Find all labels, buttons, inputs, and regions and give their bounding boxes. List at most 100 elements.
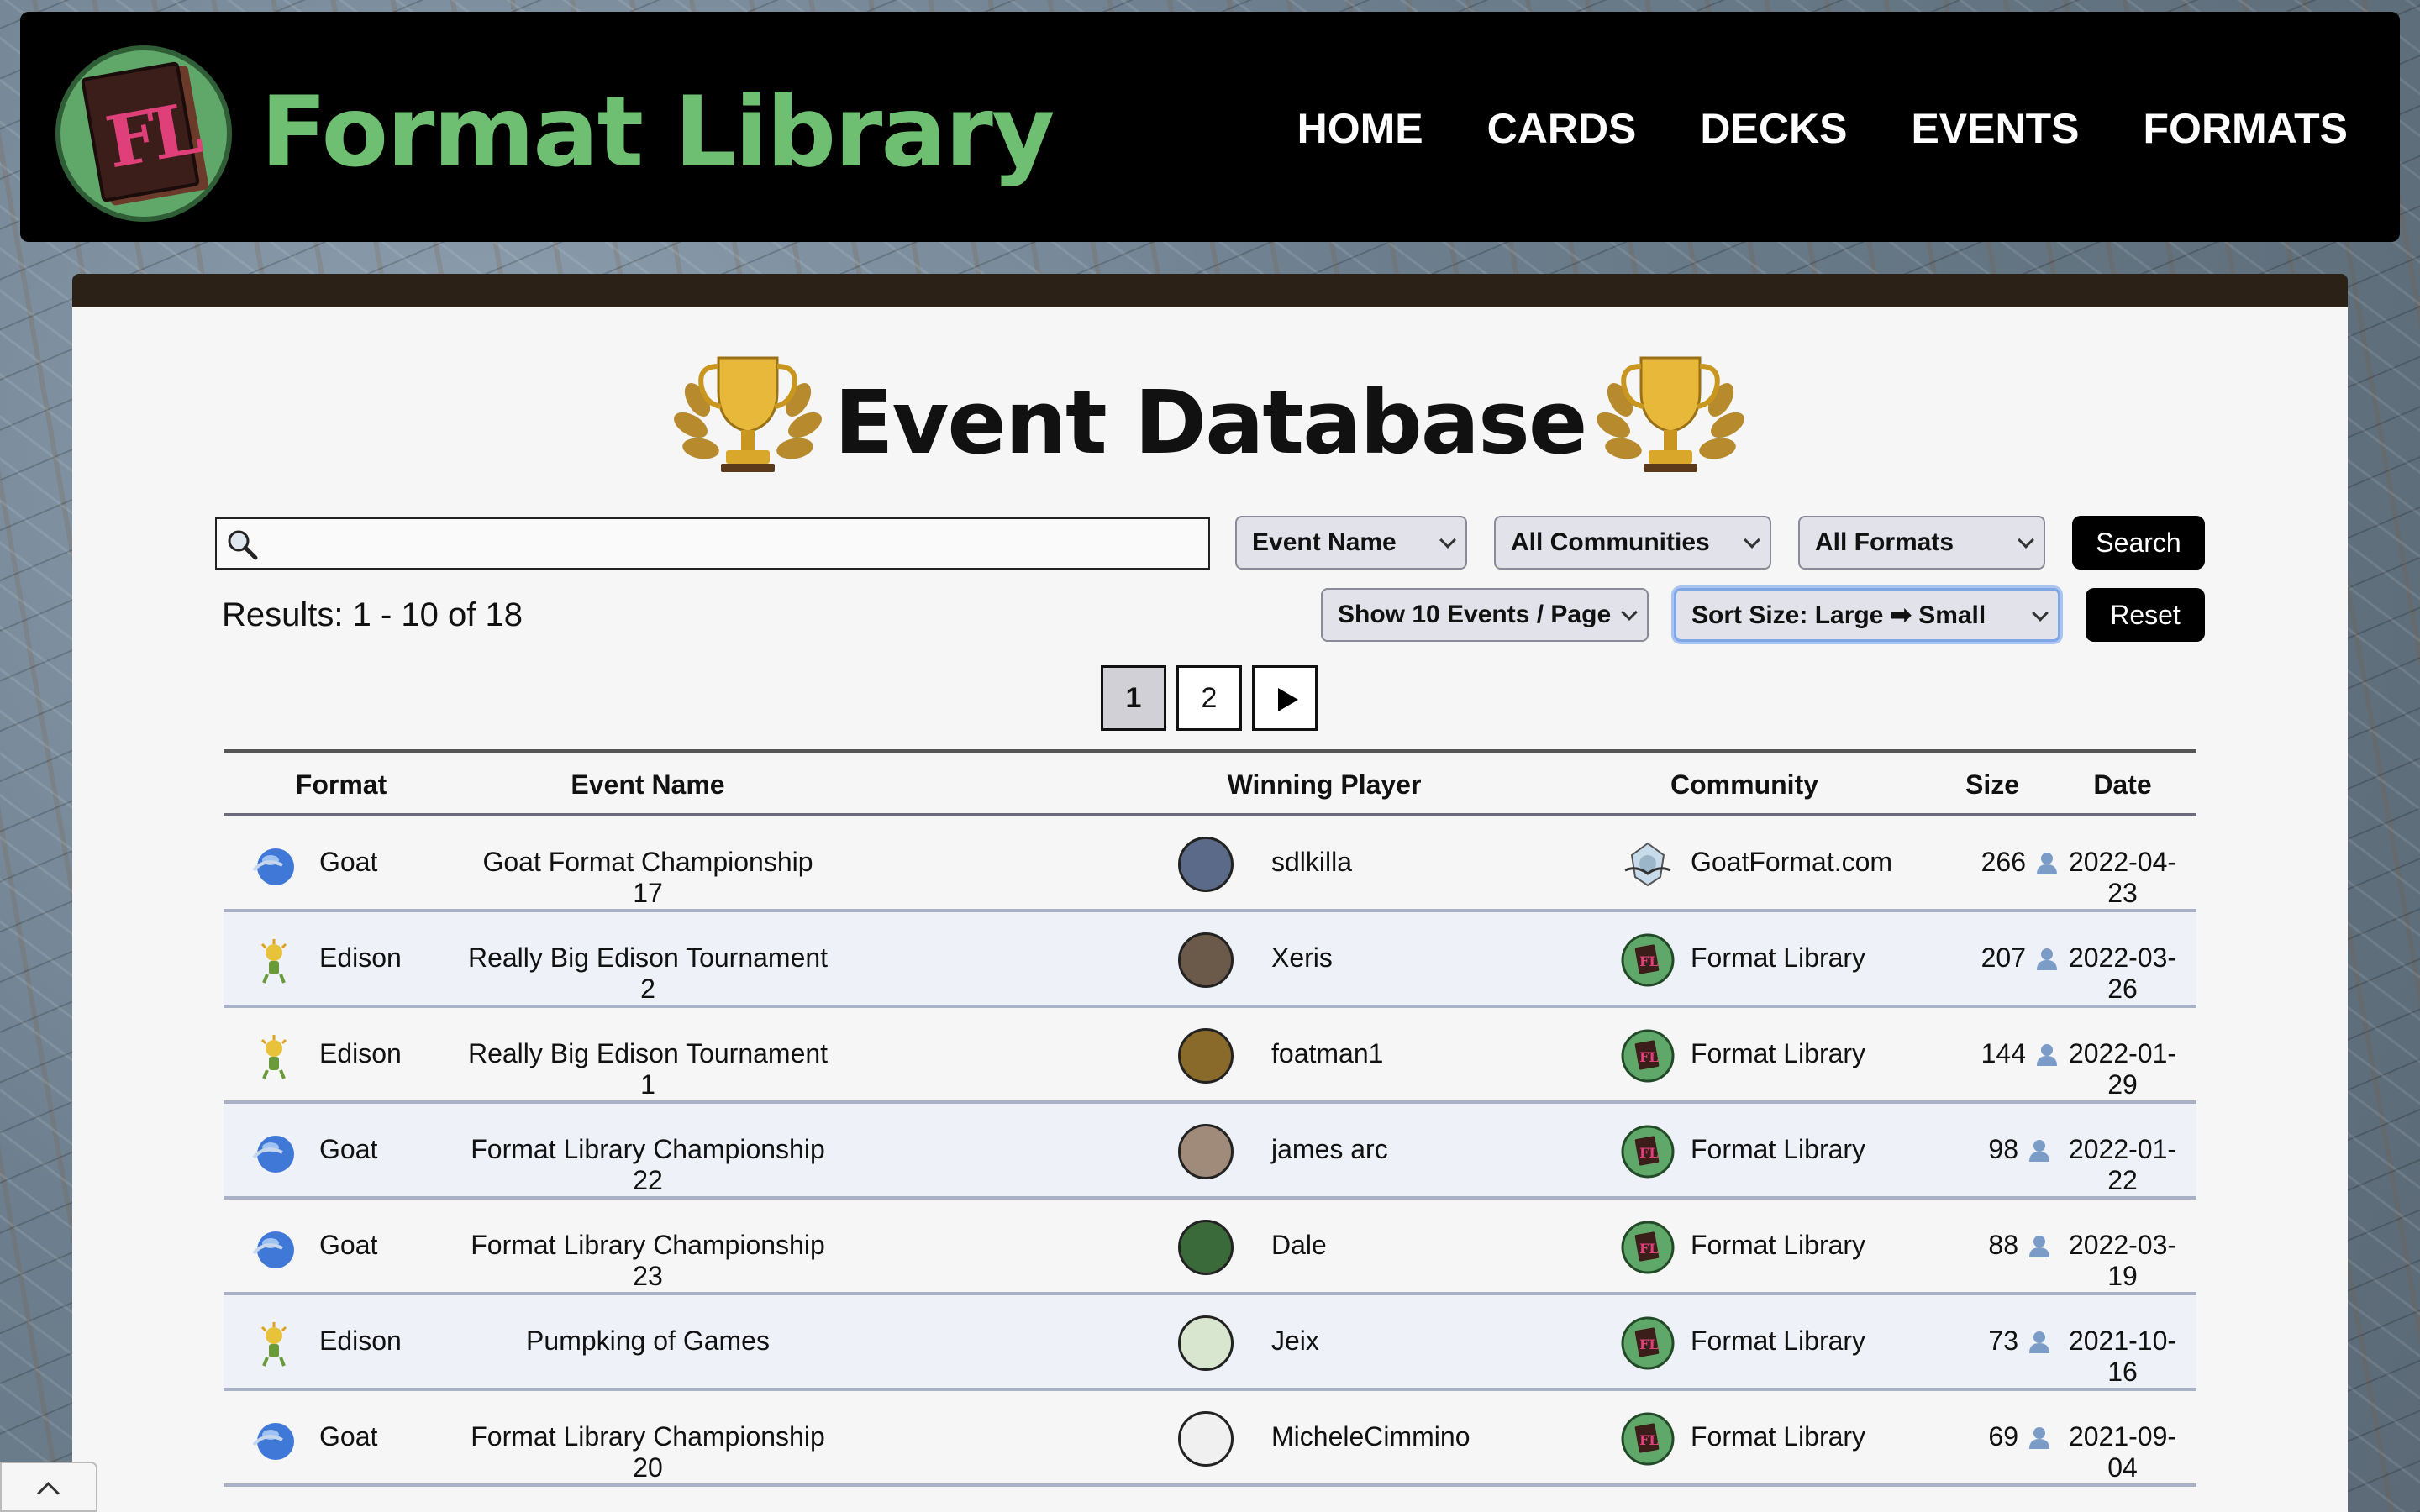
nav-home[interactable]: HOME [1297,104,1423,153]
panel-header-bar [72,274,2348,307]
community-name[interactable]: Format Library [1691,942,1865,974]
event-size: 207 [1981,942,2026,973]
player-count-icon [2029,1140,2049,1162]
page-button-1[interactable]: 1 [1101,665,1166,731]
logo-text: FL [100,87,203,185]
header-winning-player[interactable]: Winning Player [1181,769,1467,801]
svg-text:FL: FL [1639,1241,1659,1257]
search-button[interactable]: Search [2072,516,2205,570]
scroll-to-top-button[interactable] [0,1462,97,1512]
chevron-down-icon [2018,532,2034,549]
chevron-down-icon [1744,532,1760,549]
player-name[interactable]: james arc [1271,1134,1388,1165]
event-size: 73 [1988,1326,2018,1356]
nav-events[interactable]: EVENTS [1911,104,2079,153]
main-nav: HOME CARDS DECKS EVENTS FORMATS [1297,104,2348,153]
table-header: Format Event Name Winning Player Communi… [224,749,2196,816]
logo[interactable]: FL [47,35,249,228]
reset-button[interactable]: Reset [2086,588,2205,642]
event-name[interactable]: Goat Format Championship 17 [467,847,829,909]
event-name[interactable]: Pumpking of Games [467,1326,829,1357]
event-date: 2022-03-26 [2068,942,2177,1004]
format-name[interactable]: Goat [319,1230,377,1261]
trophy-icon [1597,356,1744,472]
table-row[interactable]: Edison Pumpking of Games Jeix FL Format Libr… [224,1295,2196,1391]
community-name[interactable]: GoatFormat.com [1691,847,1892,878]
table-row[interactable]: Goat Format Library Championship 20 Michel… [224,1391,2196,1487]
player-name[interactable]: foatman1 [1271,1038,1383,1069]
event-name[interactable]: Format Library Championship 20 [467,1421,829,1483]
community-name[interactable]: Format Library [1691,1230,1865,1261]
table-row[interactable]: Edison Really Big Edison Tournament 1 foat… [224,1008,2196,1104]
svg-text:FL: FL [1639,1049,1659,1065]
format-name[interactable]: Goat [319,1134,377,1165]
goat-format-icon [252,848,294,885]
format-select[interactable]: All Formats [1798,516,2045,570]
chevron-down-icon [1621,604,1638,621]
table-row[interactable]: Goat Format Library Championship 23 Dale FL… [224,1200,2196,1295]
format-name[interactable]: Edison [319,942,402,974]
community-select[interactable]: All Communities [1494,516,1771,570]
brand-name[interactable]: Format Library [260,76,1055,189]
player-name[interactable]: sdlkilla [1271,847,1352,878]
search-input[interactable] [215,517,1210,570]
format-name[interactable]: Goat [319,847,377,878]
chevron-down-icon [2032,605,2049,622]
event-name[interactable]: Format Library Championship 22 [467,1134,829,1196]
edison-format-icon [260,1035,287,1079]
sort-select[interactable]: Sort Size: Large ➡ Small [1674,588,2060,642]
select-value: Event Name [1252,528,1397,556]
player-name[interactable]: MicheleCimmino [1271,1421,1470,1452]
player-count-icon [2029,1331,2049,1353]
pagination: 1 2 [1101,665,1318,731]
table-row[interactable]: Edison Really Big Edison Tournament 2 Xeri… [224,912,2196,1008]
table-row[interactable]: Goat Format Library Championship 22 james … [224,1104,2196,1200]
nav-formats[interactable]: FORMATS [2144,104,2348,153]
search-field-select[interactable]: Event Name [1235,516,1467,570]
event-name[interactable]: Really Big Edison Tournament 2 [467,942,829,1005]
event-name[interactable]: Format Library Championship 23 [467,1230,829,1292]
nav-cards[interactable]: CARDS [1487,104,1637,153]
community-name[interactable]: Format Library [1691,1134,1865,1165]
header-date[interactable]: Date [2064,769,2181,801]
player-avatar [1178,1220,1234,1275]
table-body: Goat Goat Format Championship 17 sdlkilla G… [224,816,2196,1487]
event-date: 2022-04-23 [2068,847,2177,908]
page-button-2[interactable]: 2 [1176,665,1242,731]
goat-format-icon [252,1231,294,1268]
goatformat-community-icon [1624,842,1671,887]
format-name[interactable]: Goat [319,1421,377,1452]
player-avatar [1178,837,1234,892]
event-size: 144 [1981,1038,2026,1068]
format-library-community-icon: FL [1621,933,1675,987]
format-library-community-icon: FL [1621,1221,1675,1274]
player-name[interactable]: Xeris [1271,942,1333,974]
player-avatar [1178,1411,1234,1467]
svg-text:FL: FL [1639,1432,1659,1448]
player-avatar [1178,1124,1234,1179]
next-page-button[interactable] [1252,665,1318,731]
header-format[interactable]: Format [249,769,434,801]
select-value: Show 10 Events / Page [1338,601,1612,628]
format-name[interactable]: Edison [319,1326,402,1357]
header-size[interactable]: Size [1946,769,2039,801]
community-name[interactable]: Format Library [1691,1038,1865,1069]
event-date: 2022-01-29 [2068,1038,2177,1100]
format-name[interactable]: Edison [319,1038,402,1069]
per-page-select[interactable]: Show 10 Events / Page [1321,588,1649,642]
header-community[interactable]: Community [1618,769,1870,801]
community-name[interactable]: Format Library [1691,1326,1865,1357]
event-name[interactable]: Really Big Edison Tournament 1 [467,1038,829,1100]
search-icon [228,530,258,560]
header-event-name[interactable]: Event Name [509,769,786,801]
event-size: 98 [1988,1134,2018,1164]
community-name[interactable]: Format Library [1691,1421,1865,1452]
player-name[interactable]: Dale [1271,1230,1327,1261]
player-avatar [1178,932,1234,988]
events-table: Format Event Name Winning Player Communi… [224,749,2196,1487]
nav-decks[interactable]: DECKS [1700,104,1847,153]
player-name[interactable]: Jeix [1271,1326,1319,1357]
navbar: FL Format Library HOME CARDS DECKS EVENT… [20,12,2400,242]
table-row[interactable]: Goat Goat Format Championship 17 sdlkilla G… [224,816,2196,912]
edison-format-icon [260,1322,287,1367]
